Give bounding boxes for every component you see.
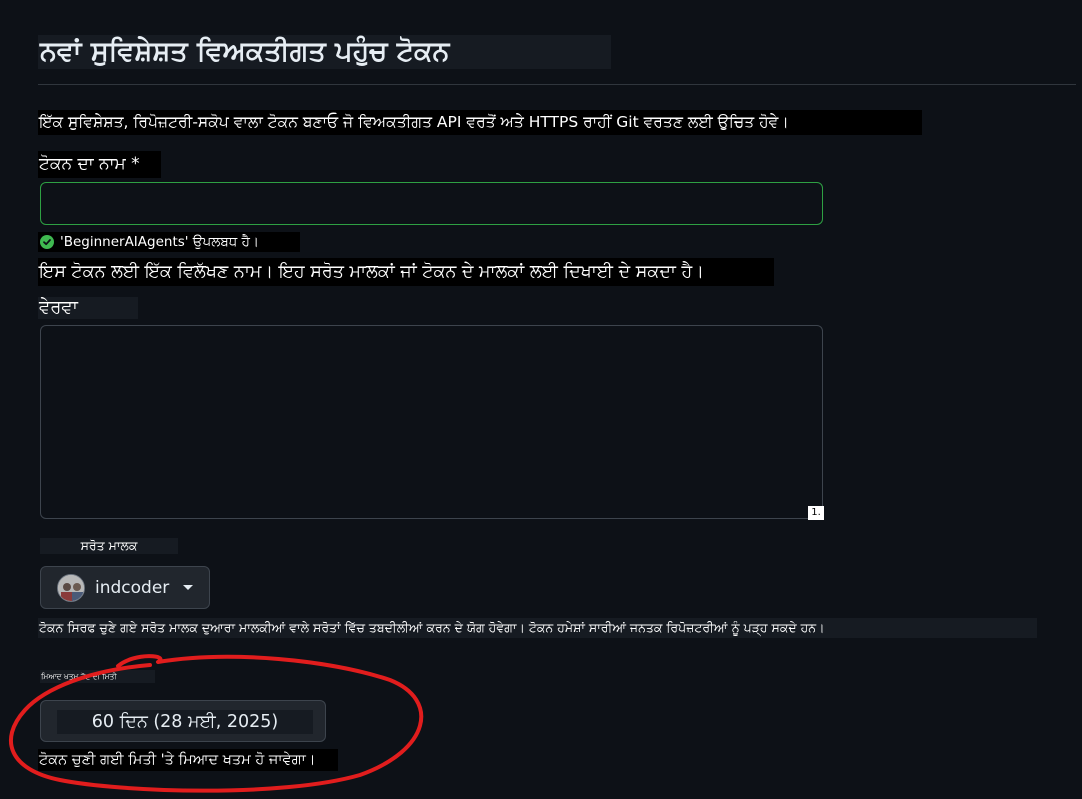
expiration-value: 60 ਦਿਨ (28 ਮਈ, 2025) (57, 710, 313, 734)
description-label: ਵੇਰਵਾ (38, 297, 138, 319)
intro-text: ਇੱਕ ਸੁਵਿਸ਼ੇਸ਼ਤ, ਰਿਪੋਜ਼ਟਰੀ-ਸਕੋਪ ਵਾਲਾ ਟੋਕਨ… (38, 110, 922, 135)
resource-owner-help: ਟੋਕਨ ਸਿਰਫ ਚੁਣੇ ਗਏ ਸਰੋਤ ਮਾਲਕ ਦੁਆਰਾ ਮਾਲਕੀਆ… (38, 618, 1037, 638)
token-form-page: ਨਵਾਂ ਸੁਵਿਸ਼ੇਸ਼ਤ ਵਿਅਕਤੀਗਤ ਪਹੁੰਚ ਟੋਕਨ ਇੱਕ … (0, 0, 1082, 799)
page-title: ਨਵਾਂ ਸੁਵਿਸ਼ੇਸ਼ਤ ਵਿਅਕਤੀਗਤ ਪਹੁੰਚ ਟੋਕਨ (38, 35, 611, 69)
token-name-help: ਇਸ ਟੋਕਨ ਲਈ ਇੱਕ ਵਿਲੱਖਣ ਨਾਮ। ਇਹ ਸਰੋਤ ਮਾਲਕਾ… (38, 258, 774, 286)
token-name-input[interactable] (40, 182, 823, 225)
resource-owner-label: ਸਰੋਤ ਮਾਲਕ (40, 538, 178, 554)
expiration-label: ਮਿਆਦ ਖਤਮ ਹੋਣ ਦੀ ਮਿਤੀ (40, 670, 155, 683)
expiration-dropdown[interactable]: 60 ਦਿਨ (28 ਮਈ, 2025) (40, 700, 326, 742)
name-availability: 'BeginnerAIAgents' ਉਪਲਬਧ ਹੈ। (38, 232, 300, 252)
resource-owner-dropdown[interactable]: indcoder (40, 566, 210, 609)
check-circle-icon (40, 235, 54, 249)
description-counter: 1. (808, 506, 824, 520)
resource-owner-name: indcoder (95, 577, 170, 598)
token-name-label: ਟੋਕਨ ਦਾ ਨਾਮ * (38, 151, 161, 178)
description-textarea[interactable] (40, 325, 823, 519)
title-divider (38, 84, 1076, 85)
caret-down-icon (183, 585, 194, 590)
user-avatar (57, 573, 85, 602)
availability-text: 'BeginnerAIAgents' ਉਪਲਬਧ ਹੈ। (60, 234, 259, 250)
expiration-help: ਟੋਕਨ ਚੁਣੀ ਗਈ ਮਿਤੀ 'ਤੇ ਮਿਆਦ ਖਤਮ ਹੋ ਜਾਵੇਗਾ… (38, 749, 338, 771)
